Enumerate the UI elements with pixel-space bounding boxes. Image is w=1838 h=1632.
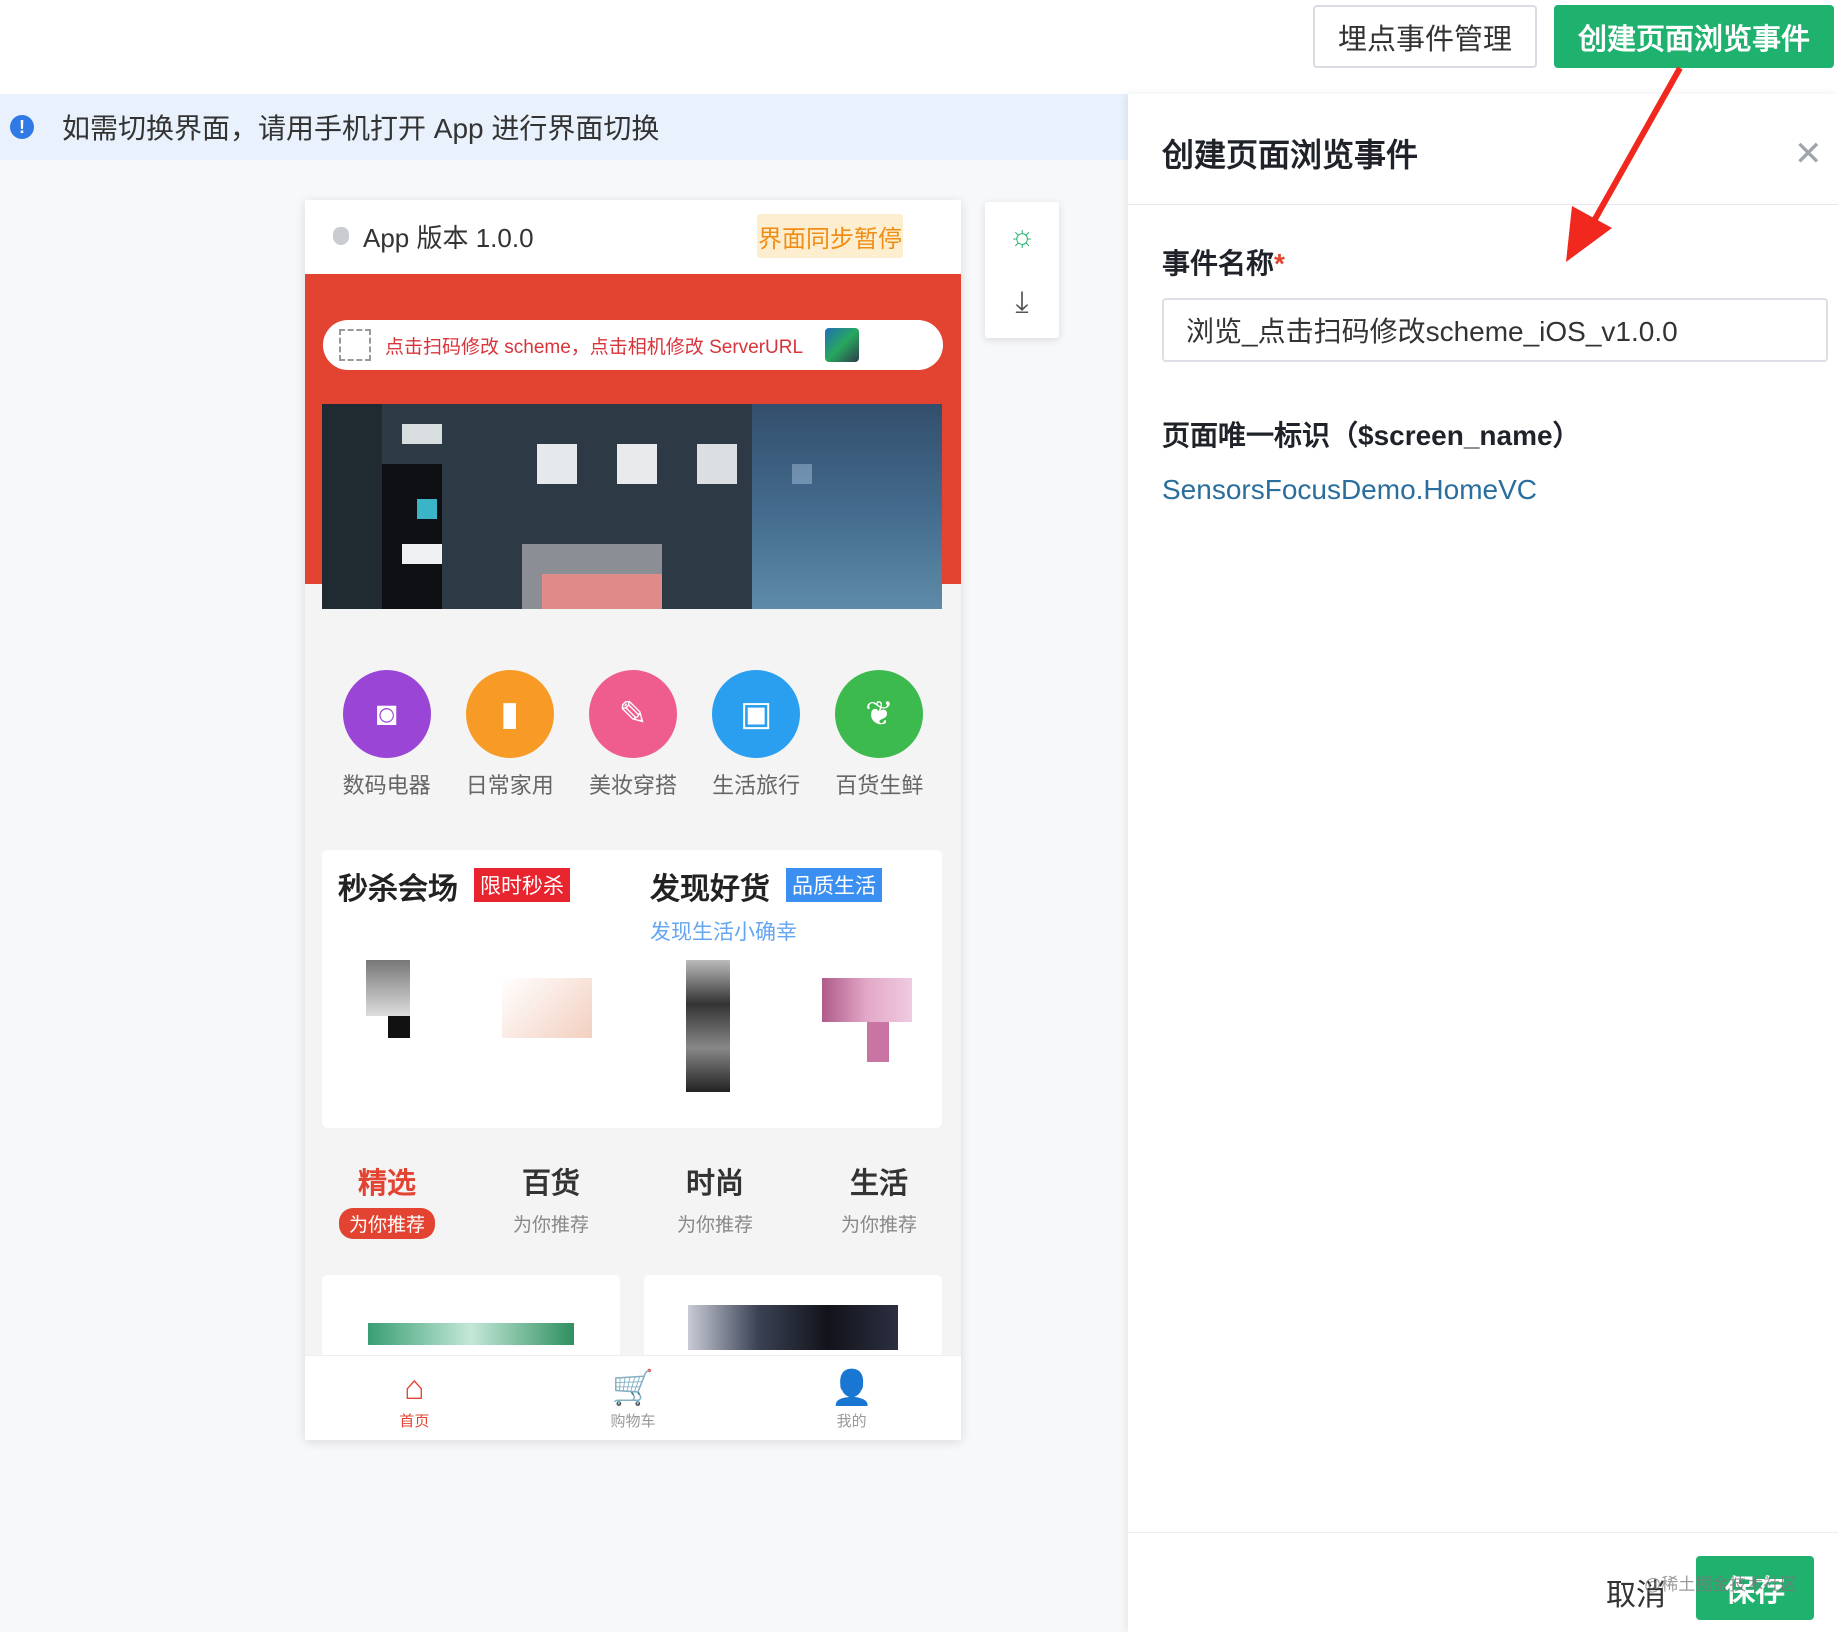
divider: [1128, 204, 1838, 205]
tab-profile[interactable]: 👤 我的: [742, 1356, 961, 1440]
feed-tab-subtitle: 为你推荐: [338, 1208, 435, 1239]
close-icon[interactable]: ✕: [1794, 134, 1823, 174]
category-item[interactable]: ◙ 数码电器: [337, 670, 437, 810]
preview-tools: ☼ ⤓: [985, 202, 1059, 338]
watermark: @稀土掘金技术社区: [1644, 1575, 1798, 1594]
required-mark: *: [1274, 248, 1285, 279]
feed-tab-title[interactable]: 百货: [522, 1160, 580, 1202]
category-row: ◙ 数码电器 ▮ 日常家用 ✎ 美妆穿搭 ▣ 生活旅行 ❦ 百货生鲜: [305, 670, 961, 810]
makeup-icon[interactable]: ✎: [588, 670, 677, 758]
feed-tab[interactable]: 时尚 为你推荐: [633, 1160, 797, 1250]
feed-tab-title[interactable]: 时尚: [686, 1160, 744, 1202]
tab-cart-label: 购物车: [610, 1413, 656, 1430]
tab-profile-label: 我的: [836, 1413, 867, 1430]
screen-name-value: SensorsFocusDemo.HomeVC: [1162, 474, 1538, 505]
category-item[interactable]: ❦ 百货生鲜: [829, 670, 929, 810]
event-name-input[interactable]: [1162, 298, 1828, 362]
vegetable-icon[interactable]: ❦: [835, 670, 924, 758]
download-icon[interactable]: ⤓: [1005, 286, 1039, 320]
flash-sale-title[interactable]: 秒杀会场: [338, 864, 458, 908]
category-item[interactable]: ✎ 美妆穿搭: [583, 670, 683, 810]
divider: [1128, 1532, 1838, 1533]
hero-image-pixelated[interactable]: [322, 404, 942, 609]
luggage-icon[interactable]: ▣: [712, 670, 801, 758]
product-image[interactable]: [822, 978, 912, 1022]
tissue-icon[interactable]: ▮: [465, 670, 554, 758]
category-label: 百货生鲜: [835, 773, 924, 798]
category-item[interactable]: ▣ 生活旅行: [706, 670, 806, 810]
flash-sale-tag: 限时秒杀: [474, 868, 570, 902]
feed-tab-title[interactable]: 精选: [358, 1160, 416, 1202]
category-item[interactable]: ▮ 日常家用: [460, 670, 560, 810]
feed-tab[interactable]: 精选 为你推荐: [305, 1160, 469, 1250]
feed-tab[interactable]: 生活 为你推荐: [797, 1160, 961, 1250]
event-name-label-text: 事件名称: [1162, 248, 1275, 279]
phone-header: App 版本 1.0.0 界面同步暂停: [305, 200, 961, 274]
scan-hint-text[interactable]: 点击扫码修改 scheme，点击相机修改 ServerURL: [385, 332, 803, 359]
scan-search-bar[interactable]: 点击扫码修改 scheme，点击相机修改 ServerURL: [323, 320, 943, 370]
tab-cart[interactable]: 🛒 购物车: [524, 1356, 743, 1440]
cart-icon[interactable]: 🛒: [612, 1368, 654, 1408]
deals-panel: 秒杀会场 限时秒杀 发现好货 品质生活 发现生活小确幸: [322, 850, 942, 1128]
home-banner-area: 点击扫码修改 scheme，点击相机修改 ServerURL: [305, 274, 961, 609]
sync-status-badge[interactable]: 界面同步暂停: [757, 214, 903, 258]
feed-tabs: 精选 为你推荐 百货 为你推荐 时尚 为你推荐 生活 为你推荐: [305, 1160, 961, 1250]
product-image[interactable]: [366, 960, 410, 1016]
camera-icon[interactable]: [825, 328, 860, 362]
category-label: 数码电器: [342, 773, 431, 798]
discover-tag: 品质生活: [786, 868, 882, 902]
feed-tab[interactable]: 百货 为你推荐: [469, 1160, 633, 1250]
category-label: 日常家用: [465, 773, 554, 798]
category-label: 生活旅行: [712, 773, 801, 798]
discover-subtitle: 发现生活小确幸: [650, 921, 797, 944]
lightbulb-icon[interactable]: ☼: [1005, 220, 1039, 254]
tab-home-label: 首页: [399, 1413, 430, 1430]
feed-card-image: [688, 1305, 898, 1350]
info-banner-text: 如需切换界面，请用手机打开 App 进行界面切换: [62, 113, 660, 144]
apple-icon: [333, 227, 349, 245]
product-image[interactable]: [502, 978, 592, 1038]
info-banner: ! 如需切换界面，请用手机打开 App 进行界面切换: [0, 94, 1128, 160]
phone-preview: App 版本 1.0.0 界面同步暂停 点击扫码修改 scheme，点击相机修改…: [305, 200, 961, 1440]
user-icon[interactable]: 👤: [831, 1368, 873, 1408]
screen-name-label: 页面唯一标识（$screen_name）: [1162, 420, 1581, 451]
create-event-drawer: 创建页面浏览事件 ✕ 事件名称* 页面唯一标识（$screen_name） Se…: [1128, 94, 1838, 1632]
info-icon: !: [10, 115, 34, 139]
category-label: 美妆穿搭: [588, 773, 677, 798]
feed-tab-title[interactable]: 生活: [850, 1160, 908, 1202]
product-image-part: [388, 1016, 410, 1038]
top-toolbar: 埋点事件管理 创建页面浏览事件: [0, 0, 1838, 94]
discover-title[interactable]: 发现好货: [650, 864, 770, 908]
feed-tab-subtitle: 为你推荐: [676, 1215, 753, 1236]
event-management-button[interactable]: 埋点事件管理: [1313, 5, 1537, 68]
app-version: App 版本 1.0.0: [363, 223, 534, 253]
product-image[interactable]: [686, 960, 730, 1092]
home-icon[interactable]: ⌂: [394, 1368, 434, 1408]
event-name-label: 事件名称*: [1162, 242, 1285, 282]
product-image-part: [867, 1022, 889, 1062]
scan-icon[interactable]: [339, 329, 371, 361]
feed-card-image: [368, 1323, 574, 1345]
feed-tab-subtitle: 为你推荐: [512, 1215, 589, 1236]
camera-icon[interactable]: ◙: [342, 670, 431, 758]
tab-home[interactable]: ⌂ 首页: [305, 1356, 524, 1440]
drawer-title: 创建页面浏览事件: [1162, 137, 1419, 173]
feed-cards: [322, 1275, 942, 1375]
feed-tab-subtitle: 为你推荐: [840, 1215, 917, 1236]
create-pageview-event-button[interactable]: 创建页面浏览事件: [1554, 5, 1834, 68]
bottom-tab-bar: ⌂ 首页 🛒 购物车 👤 我的: [305, 1355, 961, 1440]
